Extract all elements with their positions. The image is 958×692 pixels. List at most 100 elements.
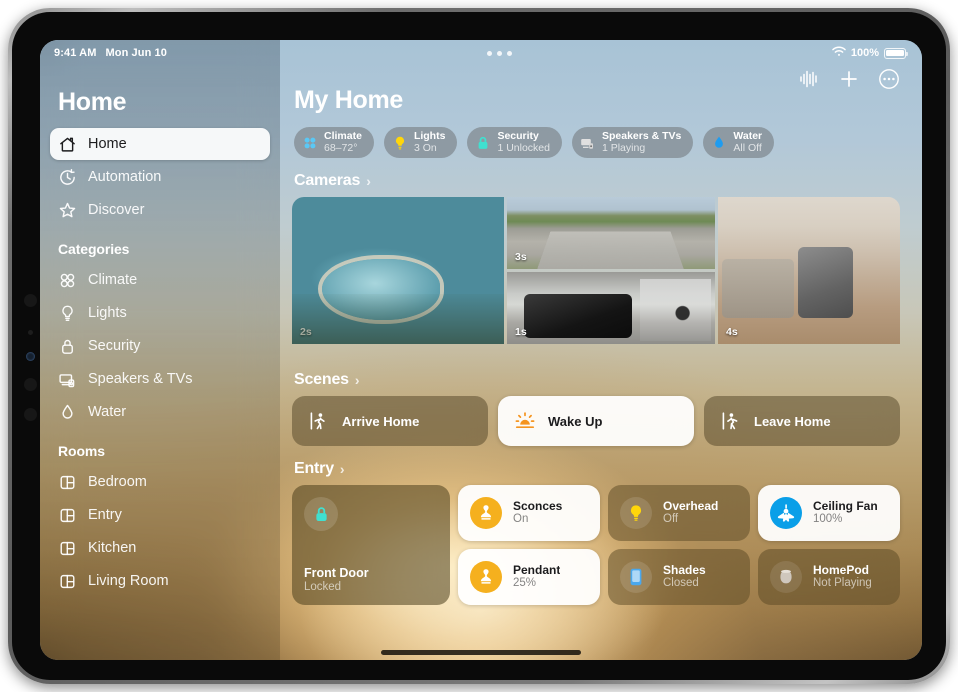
- scene-label: Arrive Home: [342, 413, 420, 429]
- clock-arrow-icon: [58, 168, 77, 187]
- accessory-label: Sconces: [513, 498, 563, 513]
- chip-value: 1 Playing: [601, 141, 646, 154]
- sidebar-item-home[interactable]: Home: [50, 128, 270, 160]
- accessory-overhead[interactable]: Overhead Off: [608, 485, 750, 541]
- scenes-row: Arrive Home Wake Up Leave Home: [292, 396, 900, 446]
- section-header-entry[interactable]: Entry ›: [294, 460, 900, 478]
- battery-icon: [884, 47, 909, 59]
- sidebar-item-label: Living Room: [88, 573, 169, 589]
- accessory-ceiling-fan[interactable]: Ceiling Fan 100%: [758, 485, 900, 541]
- status-date: Mon Jun 10: [105, 47, 167, 59]
- room-icon: [58, 539, 77, 558]
- pendant-light-icon: [470, 561, 502, 593]
- ceiling-fan-icon: [770, 497, 802, 529]
- sidebar-item-bedroom[interactable]: Bedroom: [50, 466, 270, 498]
- camera-tile[interactable]: 3s: [507, 197, 715, 269]
- camera-timestamp: 3s: [515, 251, 527, 263]
- status-chip-water[interactable]: Water All Off: [703, 127, 775, 158]
- lock-icon: [475, 135, 491, 151]
- accessory-label: HomePod: [813, 562, 870, 577]
- status-chip-security[interactable]: Security 1 Unlocked: [467, 127, 562, 158]
- sidebar-item-label: Kitchen: [88, 540, 137, 556]
- sidebar-item-automation[interactable]: Automation: [50, 161, 270, 193]
- camera-timestamp: 1s: [515, 326, 527, 338]
- more-ellipsis-icon[interactable]: [878, 68, 900, 90]
- fan-icon: [58, 271, 77, 290]
- accessory-label: Front Door: [304, 566, 369, 581]
- status-bar: 9:41 AM Mon Jun 10 100%: [40, 40, 922, 66]
- accessory-pendant[interactable]: Pendant 25%: [458, 549, 600, 605]
- sidebar-item-entry[interactable]: Entry: [50, 499, 270, 531]
- wifi-icon: [832, 46, 846, 60]
- section-header-scenes[interactable]: Scenes ›: [294, 371, 900, 389]
- chip-title: Climate: [324, 130, 362, 143]
- accessory-shades[interactable]: Shades Closed: [608, 549, 750, 605]
- section-title: Scenes: [294, 371, 349, 388]
- accessory-state: Closed: [663, 577, 699, 590]
- camera-tile[interactable]: 4s: [718, 197, 900, 344]
- plus-icon[interactable]: [838, 68, 860, 90]
- chip-title: Lights: [413, 130, 446, 143]
- home-indicator[interactable]: [381, 650, 581, 655]
- status-chip-lights[interactable]: Lights 3 On: [383, 127, 458, 158]
- status-bar-right: 100%: [832, 46, 922, 60]
- camera-grid: 2s 3s 4s 1s: [292, 197, 900, 357]
- lock-icon: [304, 497, 338, 531]
- status-chip-speakers-tvs[interactable]: Speakers & TVs 1 Playing: [571, 127, 694, 158]
- sidebar-item-living-room[interactable]: Living Room: [50, 565, 270, 597]
- sidebar-item-label: Speakers & TVs: [88, 371, 193, 387]
- camera-timestamp: 4s: [726, 326, 738, 338]
- main-header: My Home: [292, 69, 900, 115]
- fan-icon: [302, 135, 318, 151]
- accessory-front-door[interactable]: Front Door Locked: [292, 485, 450, 605]
- accessory-label: Pendant: [513, 562, 561, 577]
- chip-value: All Off: [733, 141, 762, 154]
- chip-value: 68–72°: [324, 141, 358, 154]
- section-title: Entry: [294, 460, 334, 477]
- scene-wake-up[interactable]: Wake Up: [498, 396, 694, 446]
- accessory-state: On: [513, 513, 529, 526]
- main-scroll-area[interactable]: My Home Climate 68–72° Lights 3 On Secur…: [280, 40, 922, 660]
- accessory-state: Not Playing: [813, 577, 872, 590]
- sidebar-item-label: Climate: [88, 272, 138, 288]
- sidebar-item-climate[interactable]: Climate: [50, 264, 270, 296]
- multitasking-dots-icon[interactable]: [486, 50, 512, 56]
- accessory-state: 100%: [813, 513, 843, 526]
- sconce-light-icon: [470, 497, 502, 529]
- scene-leave-home[interactable]: Leave Home: [704, 396, 900, 446]
- water-drop-icon: [58, 403, 77, 422]
- bezel-sensor-dot: [24, 408, 37, 421]
- person-leave-icon: [720, 410, 742, 432]
- house-icon: [58, 135, 77, 154]
- lightbulb-icon: [620, 497, 652, 529]
- sidebar-item-kitchen[interactable]: Kitchen: [50, 532, 270, 564]
- app-content: Home Home Automation Discover Categories…: [40, 40, 922, 660]
- chip-title: Speakers & TVs: [601, 130, 682, 143]
- tv-speaker-icon: [58, 370, 77, 389]
- chip-title: Security: [497, 130, 539, 143]
- camera-tile[interactable]: 1s: [507, 272, 715, 344]
- water-drop-icon: [711, 135, 727, 151]
- accessory-label: Shades: [663, 562, 706, 577]
- scene-arrive-home[interactable]: Arrive Home: [292, 396, 488, 446]
- sidebar-item-discover[interactable]: Discover: [50, 194, 270, 226]
- sidebar-title: Home: [58, 88, 127, 116]
- accessory-label: Overhead: [663, 498, 719, 513]
- device-bezel: 9:41 AM Mon Jun 10 100% Home Home Automa…: [12, 12, 946, 680]
- sidebar-item-security[interactable]: Security: [50, 330, 270, 362]
- main-panel: My Home Climate 68–72° Lights 3 On Secur…: [280, 40, 922, 660]
- ipad-device-frame: 9:41 AM Mon Jun 10 100% Home Home Automa…: [8, 8, 950, 684]
- sidebar-item-lights[interactable]: Lights: [50, 297, 270, 329]
- status-chip-climate[interactable]: Climate 68–72°: [294, 127, 374, 158]
- scene-label: Wake Up: [548, 413, 603, 429]
- accessory-sconces[interactable]: Sconces On: [458, 485, 600, 541]
- section-header-cameras[interactable]: Cameras ›: [294, 172, 900, 190]
- chip-value: 3 On: [413, 141, 437, 154]
- audio-waveform-icon[interactable]: [798, 68, 820, 90]
- sidebar-item-speakers-tvs[interactable]: Speakers & TVs: [50, 363, 270, 395]
- lock-icon: [58, 337, 77, 356]
- status-bar-center: [167, 50, 832, 56]
- accessory-homepod[interactable]: HomePod Not Playing: [758, 549, 900, 605]
- camera-tile[interactable]: 2s: [292, 197, 504, 344]
- sidebar-item-water[interactable]: Water: [50, 396, 270, 428]
